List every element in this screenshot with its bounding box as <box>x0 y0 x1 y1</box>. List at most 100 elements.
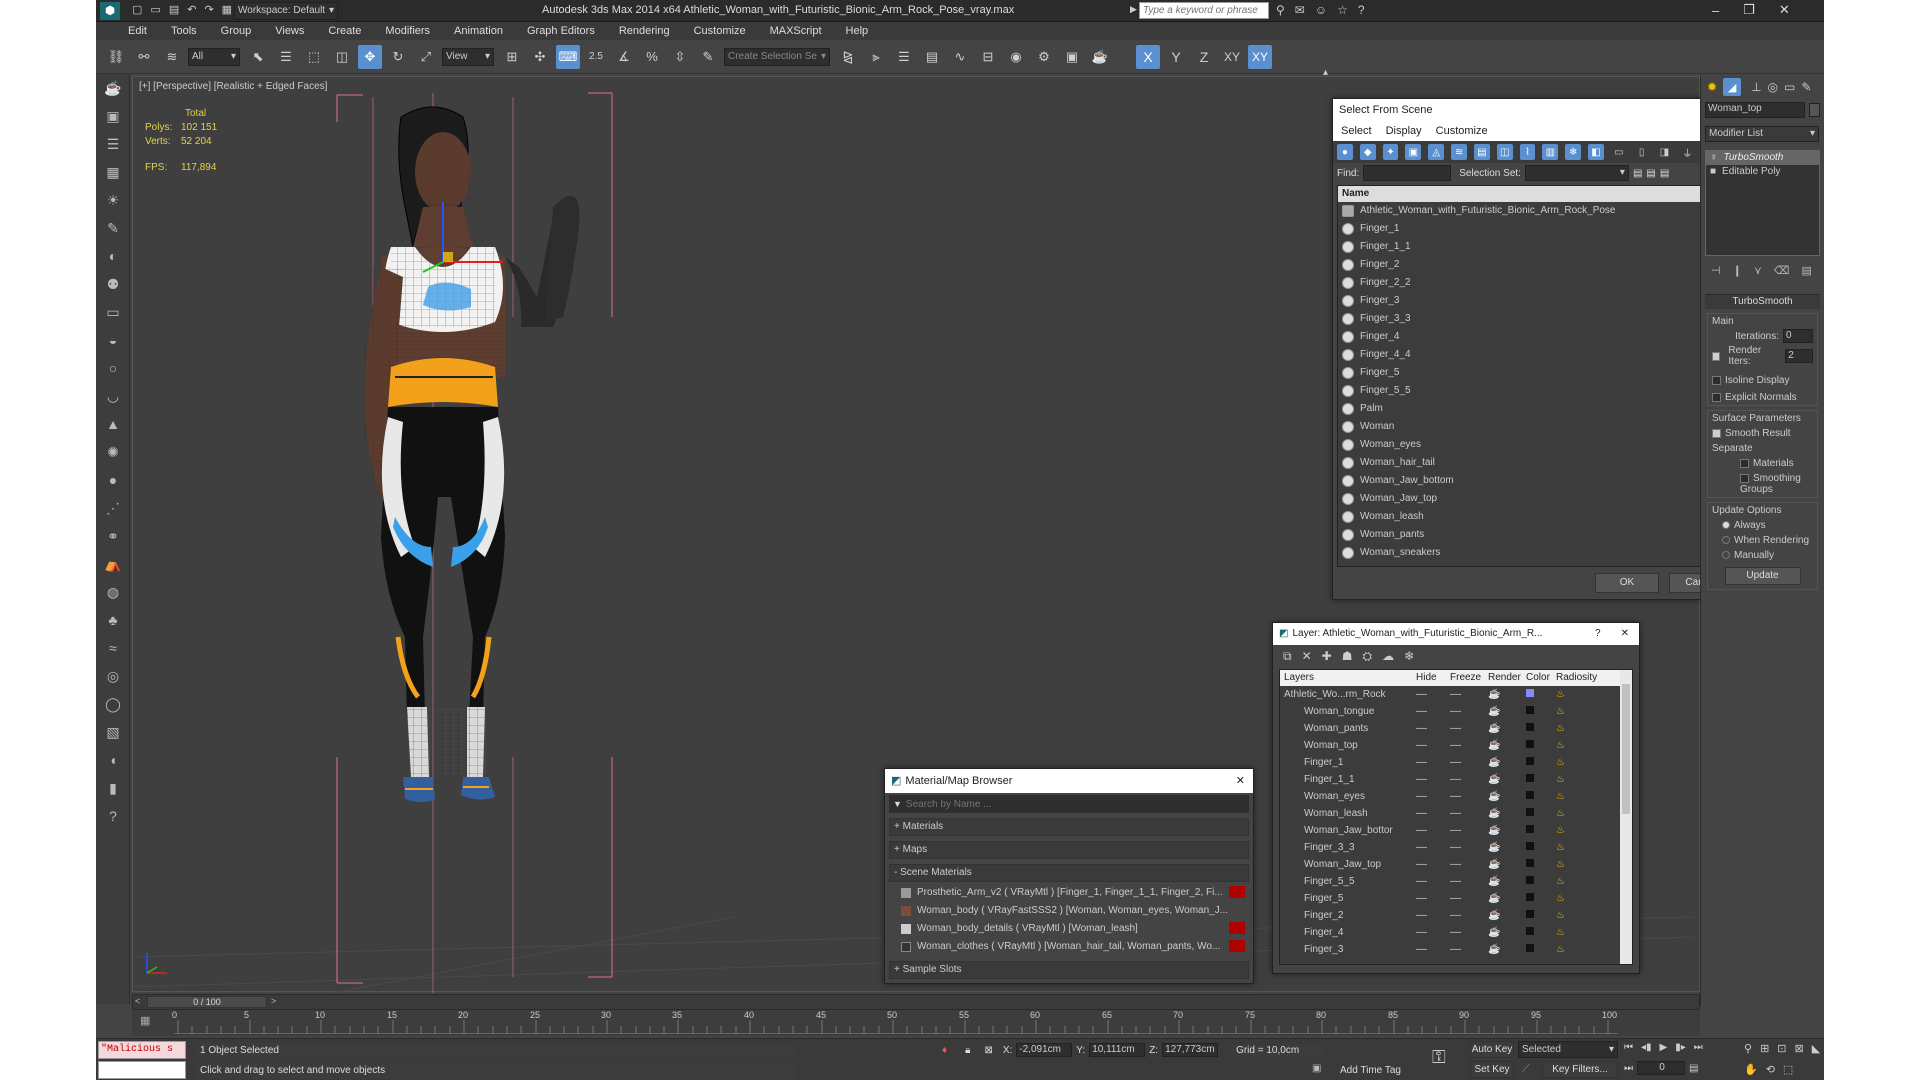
menu-customize[interactable]: Customize <box>682 22 758 40</box>
render-iters-spinner[interactable]: 2 <box>1785 349 1813 363</box>
auto-key-button[interactable]: Auto Key <box>1470 1041 1514 1058</box>
go-to-end-icon[interactable]: ⏭ <box>1694 1042 1703 1053</box>
speaker-icon[interactable]: ◐ <box>96 242 130 270</box>
disc-icon[interactable]: ● <box>96 466 130 494</box>
stack-item-editable-poly[interactable]: ■ Editable Poly <box>1706 165 1819 179</box>
freeze-toggle[interactable]: –– <box>1450 941 1488 958</box>
layer-row[interactable]: Finger_4 –– –– ☕ ♨ <box>1280 924 1632 941</box>
pin-stack-icon[interactable]: ⊣ <box>1711 264 1721 277</box>
menu-tools[interactable]: Tools <box>159 22 209 40</box>
render-teapot-icon[interactable]: ☕ <box>1488 924 1526 941</box>
new-file-icon[interactable]: ▢ <box>132 3 142 16</box>
display-spacewarps-icon[interactable]: ≋ <box>1451 144 1467 160</box>
image-icon[interactable]: ▣ <box>96 102 130 130</box>
render-teapot-icon[interactable]: ☕ <box>1488 737 1526 754</box>
make-unique-icon[interactable]: ⋎ <box>1754 264 1762 277</box>
y-coordinate-field[interactable]: 10,111cm <box>1089 1043 1146 1057</box>
hide-all-icon[interactable]: ☁ <box>1382 649 1394 663</box>
menu-group[interactable]: Group <box>209 22 264 40</box>
render-teapot-icon[interactable]: ☕ <box>1488 873 1526 890</box>
radiosity-icon[interactable]: ♨ <box>1556 924 1596 941</box>
modify-tab-icon[interactable]: ◢ <box>1723 78 1742 96</box>
layer-row[interactable]: Finger_5_5 –– –– ☕ ♨ <box>1280 873 1632 890</box>
section-sample-slots[interactable]: + Sample Slots <box>889 961 1249 979</box>
configure-sets-icon[interactable]: ▤ <box>1801 264 1811 277</box>
when-rendering-radio[interactable] <box>1722 536 1730 545</box>
col-color[interactable]: Color <box>1526 670 1556 686</box>
save-icon[interactable]: ▤ <box>169 3 179 16</box>
close-icon[interactable]: ✕ <box>1236 770 1245 792</box>
bowl-icon[interactable]: ◡ <box>96 382 130 410</box>
z-coordinate-field[interactable]: 127,773cm <box>1162 1043 1219 1057</box>
hide-toggle[interactable]: –– <box>1416 924 1450 941</box>
section-materials[interactable]: + Materials <box>889 818 1249 836</box>
sphere-icon[interactable]: ○ <box>96 354 130 382</box>
radiosity-icon[interactable]: ♨ <box>1556 720 1596 737</box>
list-item[interactable]: Athletic_Woman_with_Futuristic_Bionic_Ar… <box>1338 202 1740 220</box>
render-setup-icon[interactable]: ⚙ <box>1032 45 1056 69</box>
list-item[interactable]: Woman_sneakers <box>1338 544 1740 562</box>
list-item[interactable]: Finger_2 <box>1338 256 1740 274</box>
hide-toggle[interactable]: –– <box>1416 856 1450 873</box>
render-teapot-icon[interactable]: ☕ <box>1488 771 1526 788</box>
favorites-icon[interactable]: ☆ <box>1337 3 1348 17</box>
layer-color-swatch[interactable] <box>1526 737 1556 754</box>
camera-icon[interactable]: ◎ <box>96 662 130 690</box>
expand-icon[interactable]: ■ <box>1710 165 1716 179</box>
material-entry[interactable]: Woman_clothes ( VRayMtl ) [Woman_hair_ta… <box>901 938 1245 956</box>
layer-color-swatch[interactable] <box>1526 754 1556 771</box>
layer-row[interactable]: Woman_eyes –– –– ☕ ♨ <box>1280 788 1632 805</box>
zoom-extents-all-icon[interactable]: ⊠ <box>1795 1042 1804 1055</box>
layer-color-swatch[interactable] <box>1526 822 1556 839</box>
teapot-icon[interactable]: ☕ <box>96 74 130 102</box>
list-item[interactable]: Woman_leash <box>1338 508 1740 526</box>
freeze-toggle[interactable]: –– <box>1450 924 1488 941</box>
schematic-view-icon[interactable]: ⊟ <box>976 45 1000 69</box>
display-geometry-icon[interactable]: ● <box>1337 144 1353 160</box>
layer-row[interactable]: Finger_3_3 –– –– ☕ ♨ <box>1280 839 1632 856</box>
graphite-tools-icon[interactable]: ▤ <box>920 45 944 69</box>
list-item[interactable]: Finger_5 <box>1338 364 1740 382</box>
display-helpers-icon[interactable]: ◬ <box>1428 144 1445 160</box>
list-item[interactable]: Finger_4 <box>1338 328 1740 346</box>
rectangular-region-icon[interactable]: ⬚ <box>302 45 326 69</box>
material-search-input[interactable] <box>905 796 1249 812</box>
help-icon[interactable]: ? <box>1358 3 1365 17</box>
light-bulb-icon[interactable]: ♀ <box>1710 151 1718 165</box>
slider-prev-icon[interactable]: < <box>135 996 140 1006</box>
render-teapot-icon[interactable]: ☕ <box>1488 839 1526 856</box>
layer-color-swatch[interactable] <box>1526 805 1556 822</box>
redo-icon[interactable]: ↷ <box>204 3 213 16</box>
sfs-menu-select[interactable]: Select <box>1341 125 1372 137</box>
key-icon[interactable]: ⚿ <box>1432 1047 1446 1068</box>
filter-icon[interactable]: ⏚ <box>1679 144 1695 160</box>
time-slider-thumb[interactable]: 0 / 100 <box>147 996 267 1008</box>
menu-create[interactable]: Create <box>316 22 373 40</box>
layer-row[interactable]: Woman_Jaw_bottor –– –– ☕ ♨ <box>1280 822 1632 839</box>
sfs-menu-customize[interactable]: Customize <box>1436 125 1488 137</box>
list-item[interactable]: Woman_Jaw_top <box>1338 490 1740 508</box>
display-xrefs-icon[interactable]: ◫ <box>1496 144 1513 160</box>
minimize-icon[interactable]: – <box>1712 3 1719 18</box>
radiosity-icon[interactable]: ♨ <box>1556 822 1596 839</box>
edit-named-selection-icon[interactable]: ✎ <box>696 45 720 69</box>
hide-toggle[interactable]: –– <box>1416 788 1450 805</box>
light-bulb-icon[interactable]: ☀ <box>96 186 130 214</box>
vray-icon[interactable]: ◖ <box>96 746 130 774</box>
axis-xy-cycle-button[interactable]: XY <box>1248 44 1272 69</box>
highlight-layer-icon[interactable]: ⛭ <box>1362 649 1372 664</box>
molecule-icon[interactable]: ⚭ <box>96 522 130 550</box>
render-teapot-icon[interactable]: ☕ <box>1488 703 1526 720</box>
radiosity-icon[interactable]: ♨ <box>1556 907 1596 924</box>
info-icon[interactable]: ▮ <box>96 774 130 802</box>
radiosity-icon[interactable]: ♨ <box>1556 890 1596 907</box>
list-item[interactable]: Palm <box>1338 400 1740 418</box>
layer-row[interactable]: Woman_leash –– –– ☕ ♨ <box>1280 805 1632 822</box>
freeze-toggle[interactable]: –– <box>1450 703 1488 720</box>
display-lights-icon[interactable]: ✦ <box>1382 144 1399 160</box>
previous-frame-icon[interactable]: ◂▮ <box>1641 1042 1652 1053</box>
sfs-sel-b-icon[interactable]: ▤ <box>1646 168 1655 179</box>
menu-graph-editors[interactable]: Graph Editors <box>515 22 607 40</box>
hide-toggle[interactable]: –– <box>1416 771 1450 788</box>
workspace-dropdown[interactable]: Workspace: Default ▾ <box>234 2 338 20</box>
